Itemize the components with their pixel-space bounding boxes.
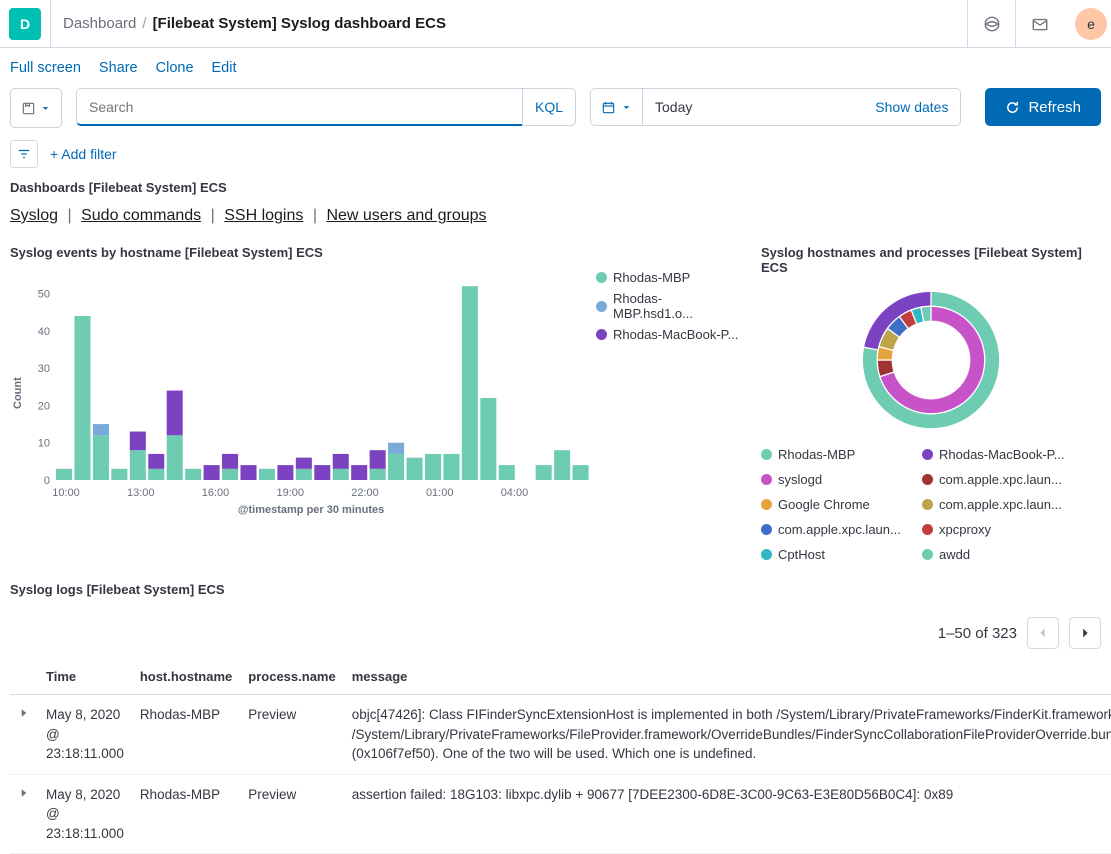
share-link[interactable]: Share (99, 60, 138, 76)
date-range-display[interactable]: Today Show dates (643, 88, 961, 126)
legend-item[interactable]: awdd (922, 547, 1067, 562)
svg-text:13:00: 13:00 (127, 487, 155, 499)
svg-text:50: 50 (38, 289, 50, 301)
next-page-button[interactable] (1069, 617, 1101, 649)
calendar-icon (601, 100, 616, 115)
legend-item[interactable]: Rhodas-MBP.hsd1.o... (596, 291, 741, 321)
date-quick-button[interactable] (590, 88, 643, 126)
svg-text:30: 30 (38, 363, 50, 375)
filter-options-button[interactable] (10, 140, 38, 168)
table-row: May 8, 2020 @ 23:18:11.000 Rhodas-MBP Pr… (10, 774, 1111, 854)
header-actions: e (967, 0, 1111, 47)
expand-row-button[interactable] (10, 695, 38, 775)
show-dates-link[interactable]: Show dates (875, 99, 948, 115)
chevron-left-icon (1036, 626, 1050, 640)
cell-time: May 8, 2020 @ 23:18:11.000 (38, 695, 132, 775)
legend-item[interactable]: com.apple.xpc.laun... (922, 472, 1067, 487)
nav-link-users[interactable]: New users and groups (326, 207, 486, 224)
svg-text:10:00: 10:00 (52, 487, 80, 499)
legend-item[interactable]: Rhodas-MacBook-P... (596, 327, 741, 342)
prev-page-button[interactable] (1027, 617, 1059, 649)
cell-time: May 8, 2020 @ 23:18:11.000 (38, 774, 132, 854)
cell-process: Preview (240, 774, 343, 854)
app-header: D Dashboard / [Filebeat System] Syslog d… (0, 0, 1111, 48)
donut-legend: Rhodas-MBP Rhodas-MacBook-P... syslogd com.… (761, 447, 1101, 562)
svg-text:22:00: 22:00 (351, 487, 379, 499)
table-row: May 8, 2020 @ 23:18:11.000 Rhodas-MBP Pr… (10, 695, 1111, 775)
breadcrumb: Dashboard / [Filebeat System] Syslog das… (50, 0, 446, 47)
filter-icon (17, 147, 31, 161)
search-input[interactable] (76, 88, 522, 126)
svg-text:20: 20 (38, 400, 50, 412)
chevron-right-icon (1078, 626, 1092, 640)
mail-icon[interactable] (1015, 0, 1063, 48)
newsfeed-icon[interactable] (967, 0, 1015, 48)
col-host[interactable]: host.hostname (132, 659, 240, 695)
pagination-text: 1–50 of 323 (938, 625, 1017, 642)
donut-title: Syslog hostnames and processes [Filebeat… (761, 245, 1101, 275)
add-filter-link[interactable]: + Add filter (50, 146, 117, 162)
cell-message: objc[47426]: Class FIFinderSyncExtension… (344, 695, 1111, 775)
expand-row-button[interactable] (10, 774, 38, 854)
svg-text:19:00: 19:00 (276, 487, 304, 499)
col-process[interactable]: process.name (240, 659, 343, 695)
table-pagination: 1–50 of 323 (10, 607, 1101, 659)
date-range-label: Today (655, 99, 692, 115)
x-axis-label: @timestamp per 30 minutes (26, 504, 596, 516)
breadcrumb-current: [Filebeat System] Syslog dashboard ECS (153, 15, 446, 32)
histogram-legend: Rhodas-MBP Rhodas-MBP.hsd1.o... Rhodas-Mac… (596, 270, 741, 516)
saved-query-button[interactable] (10, 88, 62, 128)
col-message[interactable]: message (344, 659, 1111, 695)
legend-item[interactable]: com.apple.xpc.laun... (922, 497, 1067, 512)
clone-link[interactable]: Clone (156, 60, 194, 76)
legend-item[interactable]: Rhodas-MBP (761, 447, 906, 462)
breadcrumb-separator: / (142, 15, 146, 32)
breadcrumb-root[interactable]: Dashboard (63, 15, 136, 32)
nav-panel-title: Dashboards [Filebeat System] ECS (10, 180, 1101, 195)
edit-link[interactable]: Edit (212, 60, 237, 76)
nav-link-ssh[interactable]: SSH logins (224, 207, 303, 224)
histogram-chart[interactable]: 0 10 20 30 40 50 10:00 13:00 16:00 19:00 22:00 01:0… (26, 270, 596, 500)
kql-button[interactable]: KQL (522, 88, 576, 126)
legend-item[interactable]: Google Chrome (761, 497, 906, 512)
query-bar: KQL Today Show dates Refresh (0, 88, 1111, 134)
legend-item[interactable]: syslogd (761, 472, 906, 487)
nav-link-syslog[interactable]: Syslog (10, 207, 58, 224)
refresh-label: Refresh (1028, 99, 1081, 116)
cell-message: assertion failed: 18G103: libxpc.dylib +… (344, 774, 1111, 854)
svg-text:40: 40 (38, 326, 50, 338)
legend-item[interactable]: Rhodas-MBP (596, 270, 741, 285)
refresh-button[interactable]: Refresh (985, 88, 1101, 126)
refresh-icon (1005, 100, 1020, 115)
legend-item[interactable]: CptHost (761, 547, 906, 562)
nav-link-sudo[interactable]: Sudo commands (81, 207, 201, 224)
histogram-title: Syslog events by hostname [Filebeat Syst… (10, 245, 741, 260)
chevron-down-icon (621, 102, 632, 113)
legend-item[interactable]: xpcproxy (922, 522, 1067, 537)
user-avatar[interactable]: e (1075, 8, 1107, 40)
cell-host: Rhodas-MBP (132, 774, 240, 854)
filter-bar: + Add filter (0, 134, 1111, 180)
legend-item[interactable]: Rhodas-MacBook-P... (922, 447, 1067, 462)
full-screen-link[interactable]: Full screen (10, 60, 81, 76)
dashboard-nav-links: Syslog | Sudo commands | SSH logins | Ne… (10, 207, 1101, 225)
chevron-down-icon (40, 103, 51, 114)
svg-text:10: 10 (38, 438, 50, 450)
app-logo[interactable]: D (9, 8, 41, 40)
date-picker-group: Today Show dates (590, 88, 961, 128)
col-time[interactable]: Time (38, 659, 132, 695)
svg-text:16:00: 16:00 (202, 487, 230, 499)
logs-table: Time host.hostname process.name message … (10, 659, 1111, 854)
svg-text:0: 0 (44, 475, 50, 487)
search-group: KQL (76, 88, 576, 128)
cell-host: Rhodas-MBP (132, 695, 240, 775)
svg-text:01:00: 01:00 (426, 487, 454, 499)
logs-title: Syslog logs [Filebeat System] ECS (10, 582, 1101, 597)
y-axis-label: Count (10, 270, 26, 516)
dashboard-toolbar: Full screen Share Clone Edit (0, 48, 1111, 88)
donut-chart[interactable] (856, 285, 1006, 435)
svg-text:04:00: 04:00 (501, 487, 529, 499)
cell-process: Preview (240, 695, 343, 775)
legend-item[interactable]: com.apple.xpc.laun... (761, 522, 906, 537)
